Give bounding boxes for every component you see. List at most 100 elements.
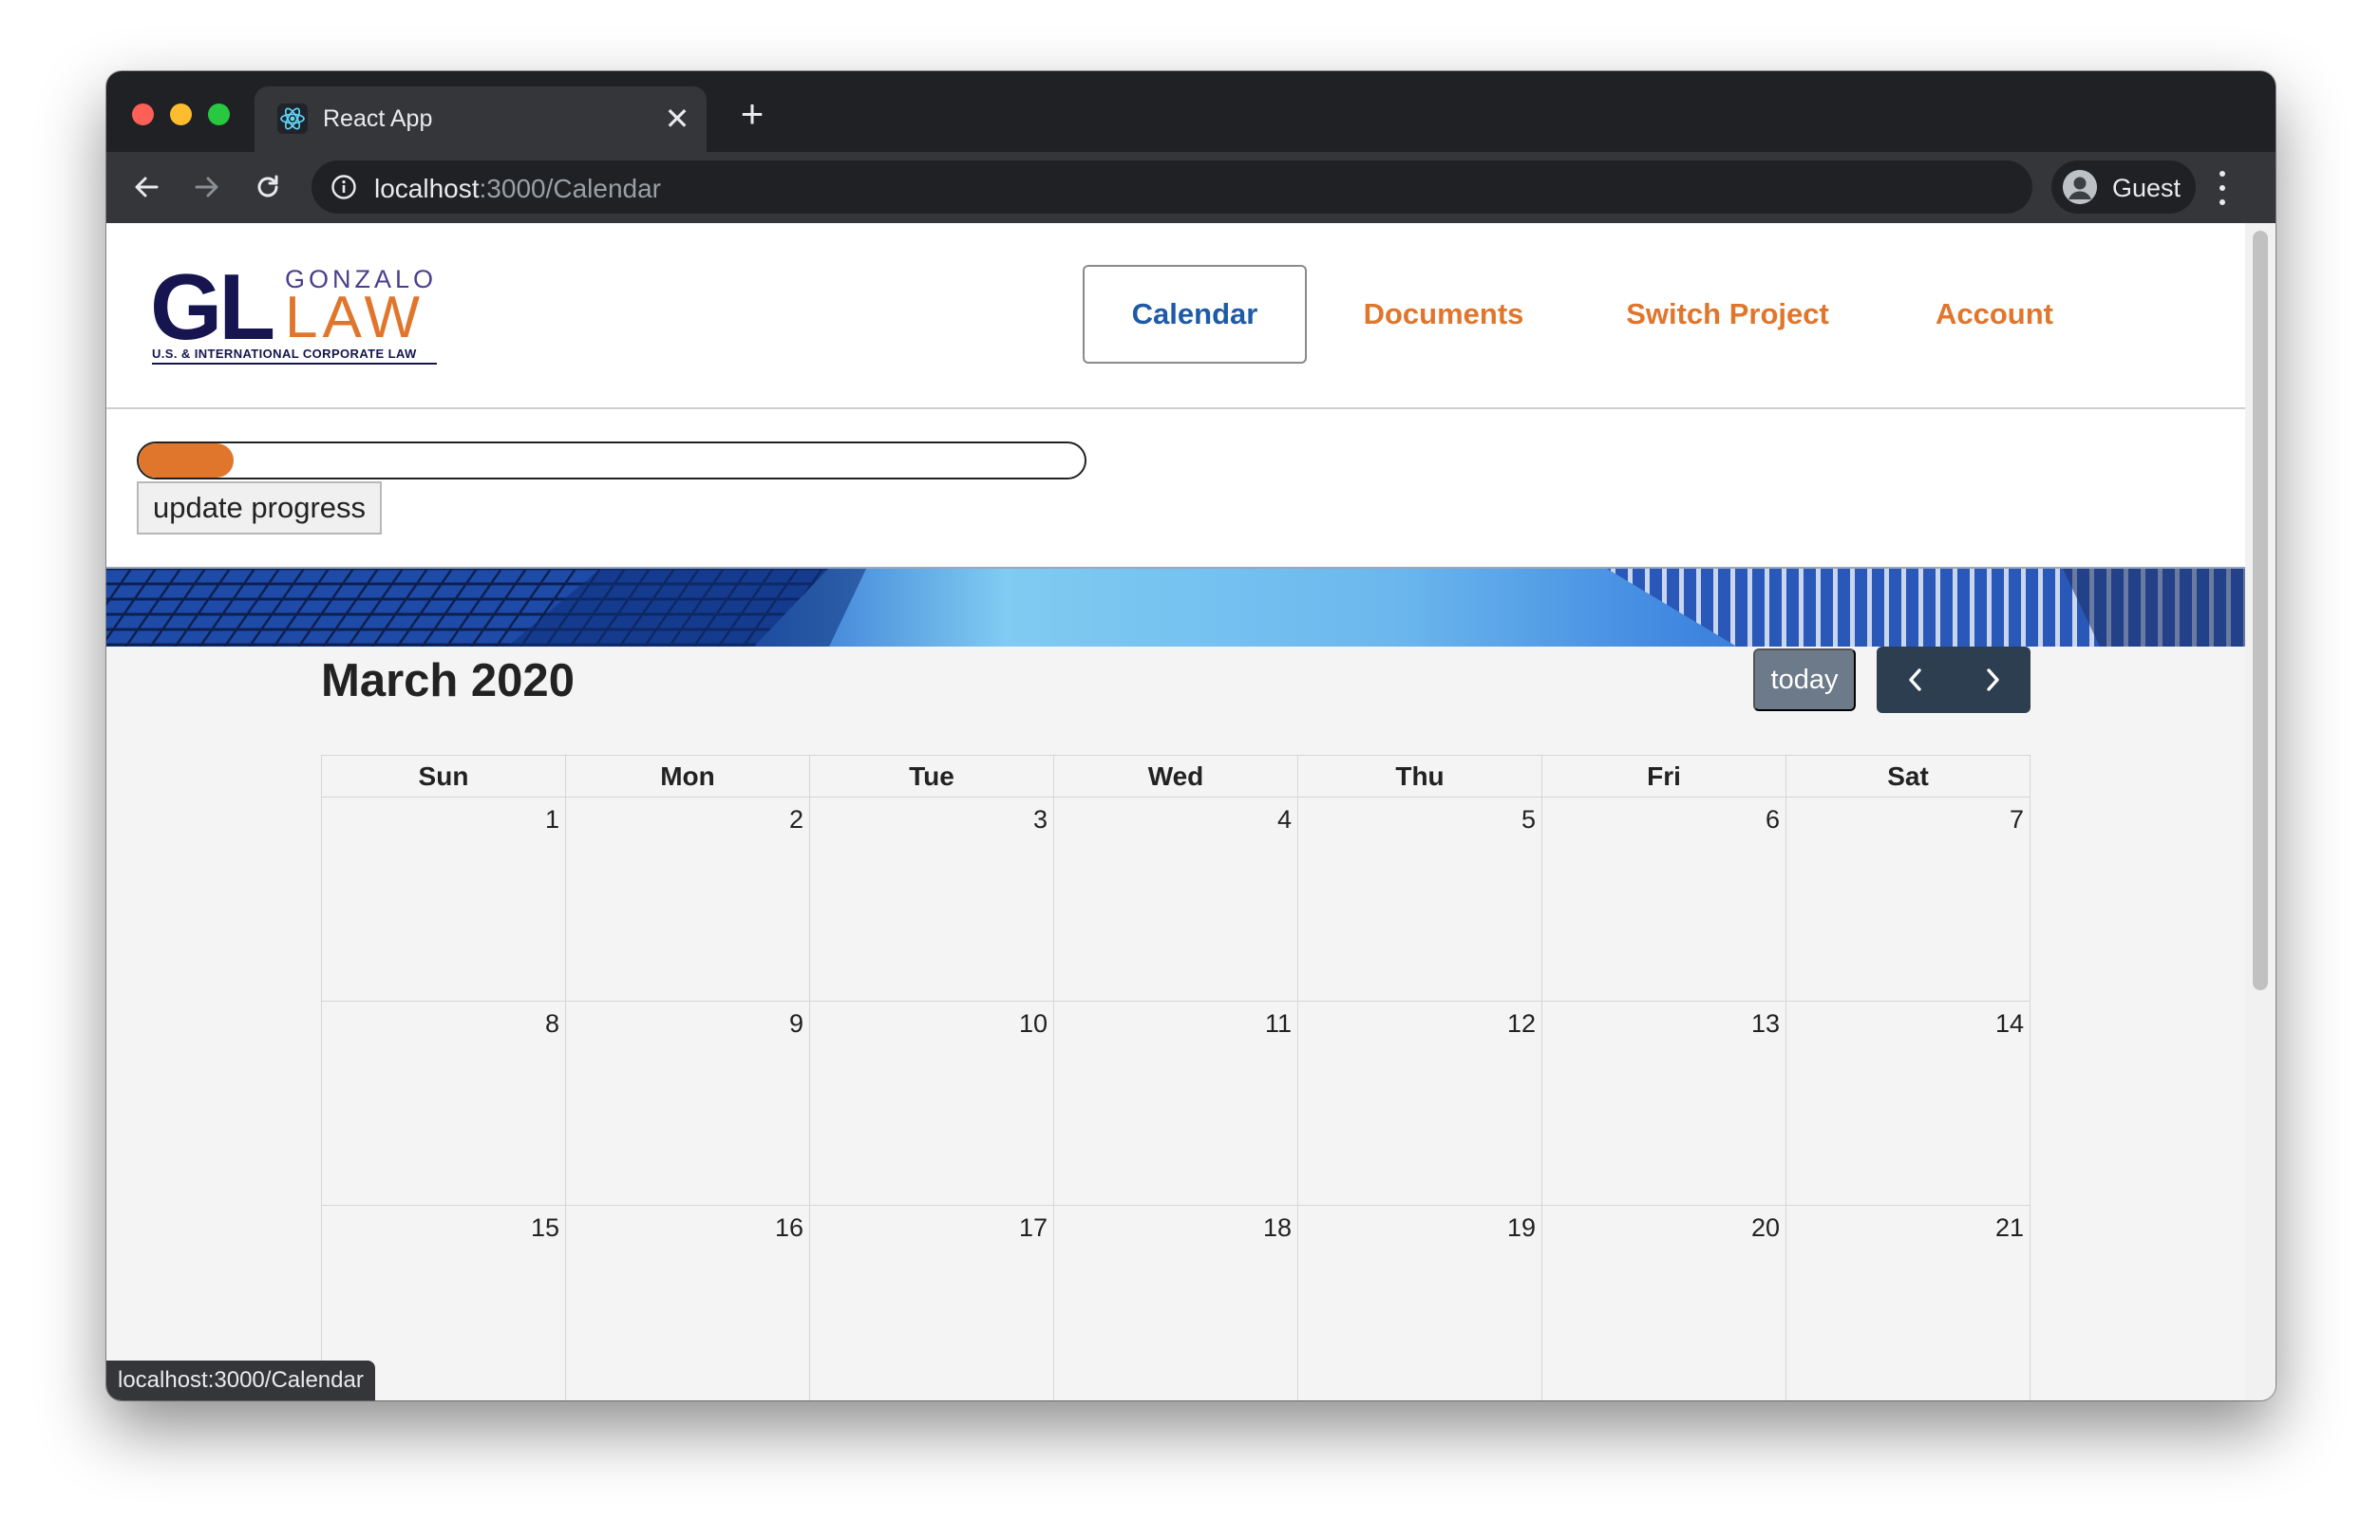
skyscraper-banner-image: [106, 567, 2245, 647]
nav-switch-project[interactable]: Switch Project: [1590, 265, 1865, 364]
calendar-title: March 2020: [321, 655, 575, 706]
progress-section: update progress: [106, 411, 2245, 567]
day-cell[interactable]: 13: [1542, 1002, 1786, 1206]
vertical-scrollbar[interactable]: [2245, 223, 2276, 1400]
day-cell[interactable]: 14: [1786, 1002, 2031, 1206]
day-number: 4: [1276, 805, 1292, 834]
tab-strip: React App ✕ +: [106, 71, 2276, 152]
day-cell[interactable]: 19: [1298, 1206, 1542, 1400]
day-cell[interactable]: 20: [1542, 1206, 1786, 1400]
day-number: 16: [774, 1213, 803, 1242]
day-cell[interactable]: 6: [1542, 798, 1786, 1002]
day-cell[interactable]: 10: [810, 1002, 1054, 1206]
react-atom-icon: [277, 103, 308, 134]
gonzalo-law-logo[interactable]: GL GONZALO LAW U.S. & INTERNATIONAL CORP…: [150, 254, 444, 366]
logo-bottom-word: LAW: [285, 285, 425, 350]
day-number: 15: [530, 1213, 559, 1242]
day-number: 18: [1262, 1213, 1292, 1242]
calendar-section: March 2020 today Sun Mon Tue Wed Thu Fri: [106, 647, 2245, 1400]
day-cell[interactable]: 8: [322, 1002, 566, 1206]
more-menu-icon[interactable]: [2217, 171, 2228, 205]
browser-window: React App ✕ + localhost:3000/Calendar Gu…: [106, 71, 2276, 1400]
day-cell[interactable]: 4: [1054, 798, 1298, 1002]
day-cell[interactable]: 7: [1786, 798, 2031, 1002]
nav-account[interactable]: Account: [1880, 265, 2108, 364]
profile-name: Guest: [2112, 174, 2182, 202]
day-number: 11: [1264, 1009, 1292, 1038]
browser-toolbar: localhost:3000/Calendar Guest: [106, 152, 2276, 223]
profile-button[interactable]: Guest: [2051, 160, 2196, 214]
chevron-right-icon[interactable]: [1954, 647, 2031, 713]
site-header: GL GONZALO LAW U.S. & INTERNATIONAL CORP…: [106, 223, 2245, 409]
day-number: 3: [1032, 805, 1048, 834]
link-status-bubble: localhost:3000/Calendar: [106, 1361, 375, 1400]
day-cell[interactable]: 3: [810, 798, 1054, 1002]
weekday-header: Sun: [322, 756, 566, 798]
day-number: 7: [2009, 805, 2024, 834]
minimize-window-button[interactable]: [170, 103, 192, 125]
day-cell[interactable]: 1: [322, 798, 566, 1002]
calendar-grid: Sun Mon Tue Wed Thu Fri Sat 1 2 3 4 5 6 …: [321, 755, 2031, 1400]
progress-bar: [137, 441, 1086, 479]
day-number: 20: [1750, 1213, 1780, 1242]
day-number: 10: [1018, 1009, 1048, 1038]
day-cell[interactable]: 16: [566, 1206, 810, 1400]
day-cell[interactable]: 11: [1054, 1002, 1298, 1206]
close-window-button[interactable]: [132, 103, 154, 125]
weekday-header: Thu: [1298, 756, 1542, 798]
nav-documents[interactable]: Documents: [1322, 265, 1565, 364]
tab-title: React App: [323, 105, 433, 132]
weekday-header: Sat: [1786, 756, 2031, 798]
week-row: 15 16 17 18 19 20 21: [322, 1206, 2031, 1400]
progress-fill: [139, 443, 234, 478]
new-tab-icon[interactable]: +: [733, 94, 771, 134]
maximize-window-button[interactable]: [208, 103, 230, 125]
day-cell[interactable]: 21: [1786, 1206, 2031, 1400]
day-cell[interactable]: 17: [810, 1206, 1054, 1400]
week-row: 1 2 3 4 5 6 7: [322, 798, 2031, 1002]
logo-tagline: U.S. & INTERNATIONAL CORPORATE LAW: [152, 347, 437, 365]
address-host: localhost: [374, 174, 480, 203]
day-number: 1: [544, 805, 559, 834]
day-number: 5: [1521, 805, 1536, 834]
update-progress-button[interactable]: update progress: [137, 481, 382, 535]
weekday-header-row: Sun Mon Tue Wed Thu Fri Sat: [322, 756, 2031, 798]
nav-calendar[interactable]: Calendar: [1083, 265, 1307, 364]
month-nav-group: [1877, 647, 2031, 713]
address-bar[interactable]: localhost:3000/Calendar: [312, 160, 2032, 214]
back-arrow-icon[interactable]: [124, 165, 168, 209]
day-number: 21: [1994, 1213, 2024, 1242]
logo-mark: GL: [150, 254, 275, 359]
address-path: :3000/Calendar: [479, 174, 661, 203]
day-number: 8: [544, 1009, 559, 1038]
day-cell[interactable]: 2: [566, 798, 810, 1002]
weekday-header: Mon: [566, 756, 810, 798]
day-number: 14: [1994, 1009, 2024, 1038]
weekday-header: Wed: [1054, 756, 1298, 798]
weekday-header: Fri: [1542, 756, 1786, 798]
site-info-icon[interactable]: [331, 174, 357, 200]
week-row: 8 9 10 11 12 13 14: [322, 1002, 2031, 1206]
day-cell[interactable]: 5: [1298, 798, 1542, 1002]
page-viewport: GL GONZALO LAW U.S. & INTERNATIONAL CORP…: [106, 223, 2245, 1400]
today-button[interactable]: today: [1753, 648, 1856, 711]
day-number: 17: [1018, 1213, 1048, 1242]
day-number: 19: [1506, 1213, 1536, 1242]
day-number: 13: [1750, 1009, 1780, 1038]
day-cell[interactable]: 12: [1298, 1002, 1542, 1206]
day-number: 6: [1765, 805, 1780, 834]
reload-icon[interactable]: [246, 165, 290, 209]
day-cell[interactable]: 18: [1054, 1206, 1298, 1400]
day-cell[interactable]: 9: [566, 1002, 810, 1206]
close-tab-icon[interactable]: ✕: [663, 100, 691, 138]
forward-arrow-icon[interactable]: [185, 165, 229, 209]
address-text: localhost:3000/Calendar: [374, 174, 661, 204]
day-number: 9: [788, 1009, 803, 1038]
browser-tab[interactable]: React App ✕: [255, 86, 707, 152]
chevron-left-icon[interactable]: [1877, 647, 1954, 713]
scrollbar-thumb[interactable]: [2253, 231, 2268, 990]
day-number: 2: [788, 805, 803, 834]
day-number: 12: [1506, 1009, 1536, 1038]
guest-avatar-icon: [2063, 170, 2097, 204]
weekday-header: Tue: [810, 756, 1054, 798]
